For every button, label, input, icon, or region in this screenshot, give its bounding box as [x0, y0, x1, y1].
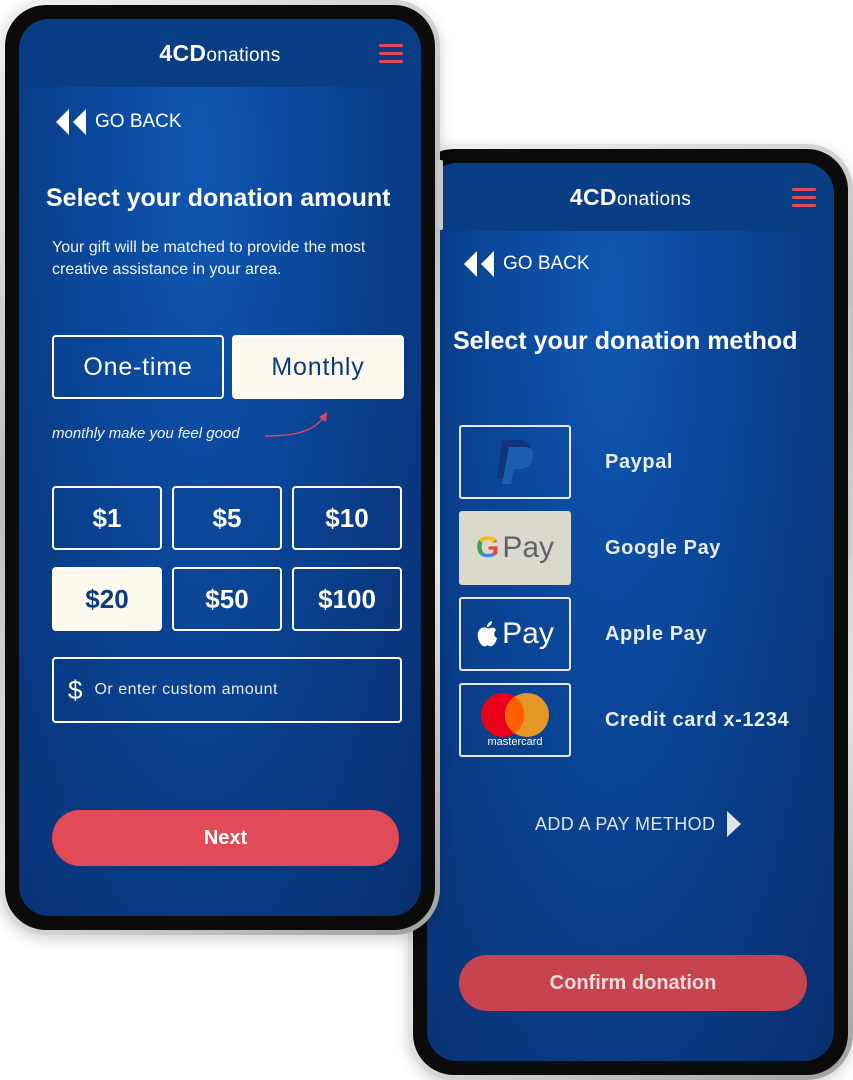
- add-pay-method-link[interactable]: ADD A PAY METHOD: [535, 811, 743, 837]
- google-pay-label: Google Pay: [605, 537, 722, 559]
- custom-amount-field[interactable]: $: [52, 657, 402, 723]
- mastercard-wordmark: mastercard: [487, 736, 543, 748]
- add-pay-method-label: ADD A PAY METHOD: [535, 813, 716, 834]
- app-logo[interactable]: 4CDonations: [570, 184, 691, 211]
- paypal-icon: [497, 440, 534, 484]
- amount-20-button[interactable]: $20: [52, 567, 162, 631]
- go-back-link[interactable]: GO BACK: [55, 109, 182, 135]
- apple-pay-option[interactable]: Pay: [459, 597, 571, 671]
- frequency-monthly-button[interactable]: Monthly: [232, 335, 404, 399]
- dollar-icon: $: [68, 674, 83, 705]
- paypal-label: Paypal: [605, 451, 674, 473]
- google-g-icon: G: [475, 531, 500, 564]
- go-back-link[interactable]: GO BACK: [463, 251, 590, 277]
- custom-amount-input[interactable]: [92, 680, 357, 700]
- frequency-one-time-button[interactable]: One-time: [52, 335, 224, 399]
- app-header: 4CDonations: [19, 19, 421, 87]
- go-back-label: GO BACK: [503, 253, 590, 274]
- play-arrow-icon: [727, 811, 742, 837]
- amount-10-button[interactable]: $10: [292, 486, 402, 550]
- page-subtitle: Your gift will be matched to provide the…: [52, 239, 366, 278]
- hamburger-menu-icon[interactable]: [792, 188, 816, 207]
- curved-arrow-icon: [264, 412, 327, 437]
- amount-50-button[interactable]: $50: [172, 567, 282, 631]
- page-title: Select your donation method: [453, 327, 798, 355]
- frequency-note: monthly make you feel good: [52, 425, 240, 442]
- confirm-donation-button[interactable]: Confirm donation: [459, 955, 807, 1011]
- amount-5-button[interactable]: $5: [172, 486, 282, 550]
- phone-method-frame: 4CDonations GO BACK Select your donation…: [405, 144, 853, 1080]
- go-back-label: GO BACK: [95, 111, 182, 132]
- next-button[interactable]: Next: [52, 810, 399, 866]
- app-header: 4CDonations: [427, 163, 834, 231]
- phone-amount-frame: 4CDonations GO BACK Select your donation…: [0, 0, 443, 935]
- phone-bezel: 4CDonations GO BACK Select your donation…: [413, 149, 848, 1075]
- hamburger-menu-icon[interactable]: [379, 44, 403, 63]
- applepay-wordmark: Pay: [502, 617, 554, 650]
- credit-card-option[interactable]: mastercard: [459, 683, 571, 757]
- apple-pay-label: Apple Pay: [605, 623, 708, 645]
- mastercard-icon: [481, 693, 549, 737]
- method-screen: 4CDonations GO BACK Select your donation…: [427, 163, 834, 1061]
- amount-100-button[interactable]: $100: [292, 567, 402, 631]
- phone-bezel: 4CDonations GO BACK Select your donation…: [5, 5, 435, 930]
- apple-logo-icon: [477, 621, 498, 647]
- page-title: Select your donation amount: [46, 184, 391, 212]
- app-logo[interactable]: 4CDonations: [159, 40, 280, 67]
- amount-screen: 4CDonations GO BACK Select your donation…: [19, 19, 421, 916]
- paypal-option[interactable]: [459, 425, 571, 499]
- amount-1-button[interactable]: $1: [52, 486, 162, 550]
- rewind-icon: [56, 109, 86, 135]
- credit-card-label: Credit card x-1234: [605, 709, 790, 731]
- rewind-icon: [464, 251, 494, 277]
- google-pay-option[interactable]: G Pay: [459, 511, 571, 585]
- gpay-wordmark: Pay: [502, 531, 555, 564]
